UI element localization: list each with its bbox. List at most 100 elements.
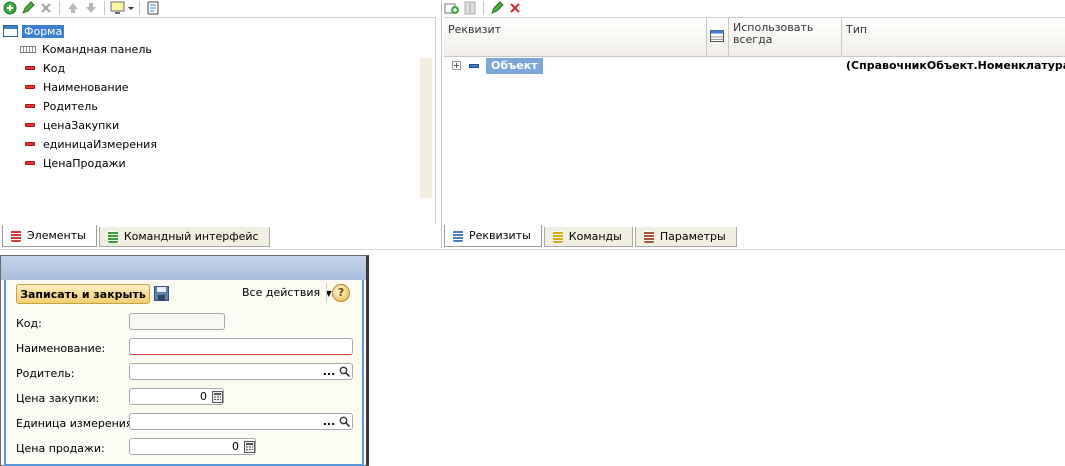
- edit-pencil-icon[interactable]: [20, 0, 36, 16]
- commands-tab-icon: [552, 230, 563, 243]
- label-edinica-izmereniya: Единица измерения:: [16, 417, 137, 430]
- tree-item-roditel[interactable]: Родитель: [25, 97, 98, 115]
- all-actions-label: Все действия: [242, 286, 321, 299]
- table-row[interactable]: Объект (СправочникОбъект.Номенклатура): [444, 57, 1065, 75]
- search-graphic: [339, 366, 350, 377]
- left-tabstrip: Элементы Командный интерфейс: [2, 223, 272, 247]
- label-kod: Код:: [16, 317, 42, 330]
- add-attribute-graphic: [444, 3, 459, 14]
- search-icon[interactable]: [337, 414, 351, 429]
- add-column-graphic: [464, 1, 476, 15]
- attributes-tab-icon: [453, 229, 463, 242]
- tab-attributes[interactable]: Реквизиты: [444, 225, 542, 247]
- form-titlebar: [1, 256, 366, 280]
- tab-label: Реквизиты: [469, 229, 531, 242]
- tree-root-label: Форма: [22, 24, 65, 38]
- field-icon: [25, 142, 35, 146]
- tab-label: Команды: [568, 230, 622, 243]
- field-icon: [25, 66, 35, 70]
- right-tabstrip: Реквизиты Команды Параметры: [444, 223, 739, 247]
- field-icon: [25, 85, 35, 89]
- help-icon[interactable]: ?: [332, 284, 350, 302]
- tab-parameters[interactable]: Параметры: [634, 227, 737, 247]
- tree-item-command-panel[interactable]: Командная панель: [20, 40, 152, 58]
- attribute-type: (СправочникОбъект.Номенклатура): [846, 59, 1065, 72]
- tree-item-naimenovanie[interactable]: Наименование: [25, 78, 128, 96]
- delete-attribute-icon[interactable]: [507, 0, 523, 16]
- input-cena-prodazhi[interactable]: 0: [129, 438, 256, 455]
- search-icon[interactable]: [337, 364, 351, 379]
- tab-elements[interactable]: Элементы: [2, 225, 97, 247]
- add-column-icon[interactable]: [462, 0, 478, 16]
- column-header-label: Использовать всегда: [733, 21, 814, 46]
- tab-commands[interactable]: Команды: [543, 227, 633, 247]
- tree-item-edinica-izmereniya[interactable]: единицаИзмерения: [25, 135, 157, 153]
- pencil-icon-graphic: [22, 1, 35, 14]
- tree-item-kod[interactable]: Код: [25, 59, 65, 77]
- column-header-attribute[interactable]: Реквизит: [444, 18, 707, 56]
- add-attribute-icon[interactable]: [444, 0, 460, 16]
- calculator-icon[interactable]: [210, 389, 224, 404]
- all-actions-menu[interactable]: Все действия ▼: [242, 286, 332, 299]
- disk-graphic: [154, 286, 169, 301]
- tree-item-cena-zakupki[interactable]: ценаЗакупки: [25, 116, 119, 134]
- delete-icon-graphic: [510, 3, 520, 13]
- calculator-icon[interactable]: [242, 439, 256, 454]
- tab-label: Командный интерфейс: [123, 230, 259, 243]
- tree-scrollbar[interactable]: [420, 58, 432, 198]
- tab-label: Элементы: [27, 229, 86, 242]
- label-cena-zakupki: Цена закупки:: [16, 392, 100, 405]
- column-header-use-always[interactable]: Использовать всегда: [729, 18, 842, 56]
- attribute-name-selected: Объект: [486, 58, 543, 74]
- save-and-close-button[interactable]: Записать и закрыть: [16, 284, 150, 304]
- input-edinica-izmereniya[interactable]: [129, 413, 353, 430]
- field-icon: [25, 123, 35, 127]
- tree-root-form[interactable]: Форма: [3, 22, 65, 40]
- tree-item-label: Наименование: [43, 80, 129, 94]
- calculator-graphic: [243, 440, 255, 453]
- object-attribute-icon: [469, 64, 479, 68]
- move-down-icon[interactable]: [83, 0, 99, 16]
- column-header-type[interactable]: Тип: [842, 18, 1065, 56]
- column-header-icon-cell: [707, 18, 729, 56]
- attributes-grid: Реквизит Использовать всегда Тип Объект …: [444, 17, 1065, 224]
- edit-attribute-pencil-icon[interactable]: [489, 0, 505, 16]
- properties-icon[interactable]: [145, 0, 161, 16]
- select-ellipsis-button[interactable]: ...: [322, 414, 336, 429]
- arrow-up-graphic: [68, 3, 78, 13]
- tab-command-interface[interactable]: Командный интерфейс: [98, 227, 270, 247]
- panel-divider: [0, 249, 1065, 250]
- pencil-icon-graphic: [491, 1, 504, 14]
- elements-toolbar: [0, 0, 437, 16]
- toolbar-separator: [59, 1, 60, 15]
- grid-header: Реквизит Использовать всегда Тип: [444, 18, 1065, 57]
- expand-plus-icon[interactable]: [452, 60, 461, 73]
- tree-item-cena-prodazhi[interactable]: ЦенаПродажи: [25, 154, 126, 172]
- select-ellipsis-button[interactable]: ...: [322, 364, 336, 379]
- input-kod[interactable]: [129, 313, 225, 330]
- search-graphic: [339, 416, 350, 427]
- form-elements-panel: Форма Командная панель Код Наименование …: [0, 0, 437, 248]
- elements-tree: Форма Командная панель Код Наименование …: [0, 17, 436, 224]
- toolbar-separator: [104, 1, 105, 15]
- command-panel-icon: [20, 45, 36, 53]
- column-header-label: Реквизит: [448, 23, 502, 36]
- add-icon[interactable]: [2, 0, 18, 16]
- label-roditel: Родитель:: [16, 367, 75, 380]
- toolbar-separator: [139, 1, 140, 15]
- move-up-icon[interactable]: [65, 0, 81, 16]
- form-preview: Записать и закрыть Все действия ▼ ? Код:…: [0, 255, 369, 466]
- input-naimenovanie[interactable]: [129, 338, 353, 355]
- table-icon: [710, 30, 724, 42]
- parameters-tab-icon: [643, 230, 654, 243]
- label-naimenovanie: Наименование:: [16, 342, 106, 355]
- attributes-toolbar: [442, 0, 1065, 16]
- view-mode-dropdown-icon[interactable]: [110, 0, 134, 16]
- arrow-down-graphic: [86, 3, 96, 13]
- calculator-graphic: [211, 390, 223, 403]
- delete-icon[interactable]: [38, 0, 54, 16]
- save-disk-icon[interactable]: [154, 286, 169, 304]
- add-icon-graphic: [3, 1, 17, 15]
- command-interface-tab-icon: [107, 230, 118, 243]
- input-roditel[interactable]: [129, 363, 353, 380]
